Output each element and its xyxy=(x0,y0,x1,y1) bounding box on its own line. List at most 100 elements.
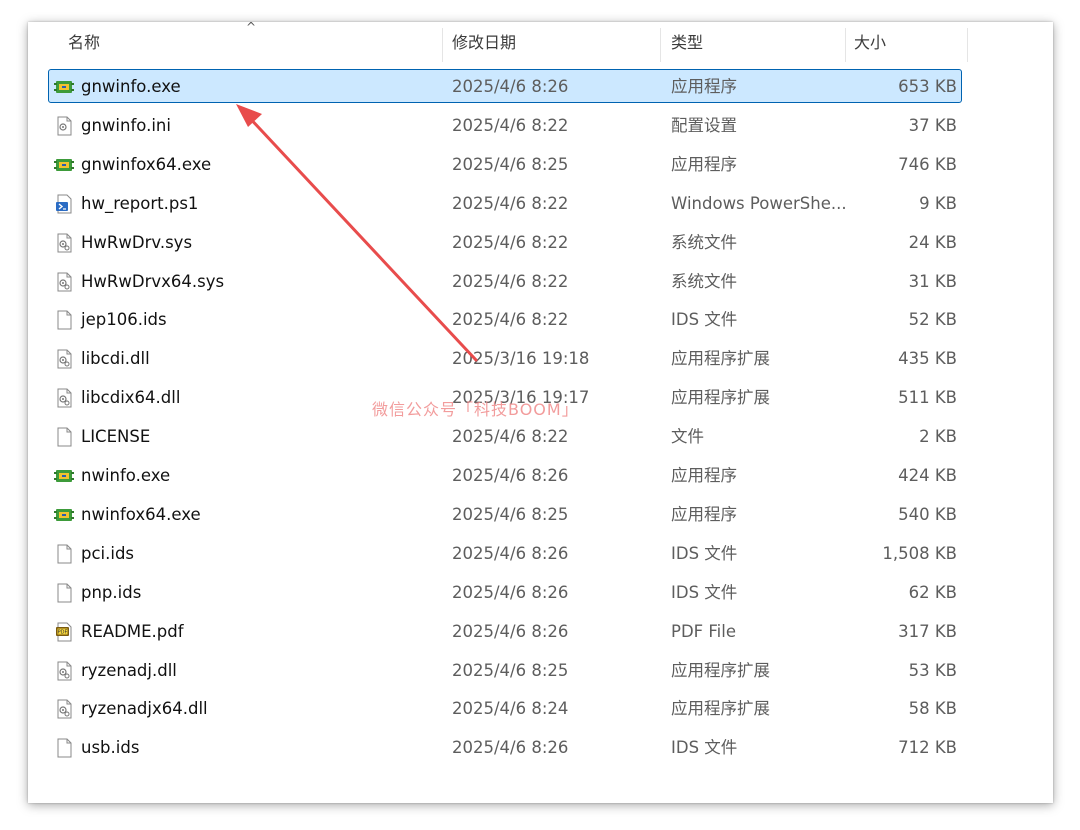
file-type: 文件 xyxy=(671,427,704,447)
file-row[interactable]: nwinfo.exe 2025/4/6 8:26 应用程序 424 KB xyxy=(48,458,962,492)
file-row[interactable]: ryzenadjx64.dll 2025/4/6 8:24 应用程序扩展 58 KB xyxy=(48,691,962,725)
file-row[interactable]: ryzenadj.dll 2025/4/6 8:25 应用程序扩展 53 KB xyxy=(48,653,962,687)
file-name: usb.ids xyxy=(81,738,140,758)
column-divider[interactable] xyxy=(442,28,443,62)
file-size: 424 KB xyxy=(898,466,957,485)
file-type: 应用程序 xyxy=(671,77,737,96)
file-size: 2 KB xyxy=(919,427,957,447)
file-modified-date: 2025/4/6 8:22 xyxy=(452,115,569,135)
file-type: 应用程序 xyxy=(671,154,737,174)
file-row[interactable]: gnwinfo.ini 2025/4/6 8:22 配置设置 37 KB xyxy=(48,108,962,142)
ini-icon xyxy=(54,116,74,136)
file-type: IDS 文件 xyxy=(671,738,738,758)
file-row[interactable]: HwRwDrvx64.sys 2025/4/6 8:22 系统文件 31 KB xyxy=(48,264,962,298)
column-header-bar: ^ 名称 修改日期 类型 大小 xyxy=(28,20,968,64)
exe-icon xyxy=(54,466,74,486)
file-row[interactable]: gnwinfox64.exe 2025/4/6 8:25 应用程序 746 KB xyxy=(48,147,962,181)
file-name: HwRwDrvx64.sys xyxy=(81,271,225,291)
column-header-name[interactable]: 名称 xyxy=(68,22,100,64)
file-size: 62 KB xyxy=(908,582,957,602)
file-row[interactable]: hw_report.ps1 2025/4/6 8:22 Windows PowerS… xyxy=(48,186,962,220)
file-size: 435 KB xyxy=(898,349,957,369)
blank-file-icon xyxy=(54,583,74,603)
file-name: pci.ids xyxy=(81,543,135,563)
file-type: 应用程序 xyxy=(671,504,737,524)
exe-icon xyxy=(54,77,74,97)
blank-file-icon xyxy=(54,738,74,758)
column-header-date[interactable]: 修改日期 xyxy=(452,22,516,64)
file-type: PDF File xyxy=(671,621,737,641)
column-divider[interactable] xyxy=(845,28,846,62)
blank-file-icon xyxy=(54,544,74,564)
column-header-size[interactable]: 大小 xyxy=(854,22,886,64)
file-row[interactable]: LICENSE 2025/4/6 8:22 文件 2 KB xyxy=(48,419,962,453)
dll-icon xyxy=(54,661,74,681)
file-size: 317 KB xyxy=(898,621,957,641)
file-type: IDS 文件 xyxy=(671,543,738,563)
file-name: gnwinfo.exe xyxy=(81,77,181,96)
file-modified-date: 2025/4/6 8:26 xyxy=(452,77,569,96)
exe-icon xyxy=(54,155,74,175)
file-name: HwRwDrv.sys xyxy=(81,232,193,252)
sort-ascending-icon: ^ xyxy=(246,20,257,34)
file-size: 58 KB xyxy=(908,699,957,719)
file-type: 配置设置 xyxy=(671,115,737,135)
watermark-text: 微信公众号「科技BOOM」 xyxy=(372,400,579,419)
file-name: LICENSE xyxy=(81,427,151,447)
dll-icon xyxy=(54,699,74,719)
file-type: 系统文件 xyxy=(671,271,737,291)
file-type: 应用程序扩展 xyxy=(671,388,770,408)
file-row[interactable]: HwRwDrv.sys 2025/4/6 8:22 系统文件 24 KB xyxy=(48,225,962,259)
file-name: jep106.ids xyxy=(81,310,167,330)
file-row[interactable]: usb.ids 2025/4/6 8:26 IDS 文件 712 KB xyxy=(48,730,962,764)
file-row[interactable]: pci.ids 2025/4/6 8:26 IDS 文件 1,508 KB xyxy=(48,536,962,570)
file-row[interactable]: pnp.ids 2025/4/6 8:26 IDS 文件 62 KB xyxy=(48,575,962,609)
file-explorer-pane: ^ 名称 修改日期 类型 大小 gnwinfo.exe 2025/4/6 8:26… xyxy=(28,20,1053,803)
file-row[interactable]: nwinfox64.exe 2025/4/6 8:25 应用程序 540 KB xyxy=(48,497,962,531)
file-name: ryzenadjx64.dll xyxy=(81,699,208,719)
column-divider[interactable] xyxy=(967,28,968,62)
column-header-type[interactable]: 类型 xyxy=(671,22,703,64)
file-name: gnwinfox64.exe xyxy=(81,154,212,174)
file-size: 540 KB xyxy=(898,504,957,524)
file-type: 应用程序扩展 xyxy=(671,660,770,680)
file-size: 37 KB xyxy=(908,115,957,135)
file-row[interactable]: libcdi.dll 2025/3/16 19:18 应用程序扩展 435 KB xyxy=(48,341,962,375)
svg-text:PDF: PDF xyxy=(58,629,68,635)
file-modified-date: 2025/4/6 8:25 xyxy=(452,660,569,680)
file-modified-date: 2025/4/6 8:26 xyxy=(452,543,569,563)
file-name: ryzenadj.dll xyxy=(81,660,177,680)
file-size: 1,508 KB xyxy=(882,543,957,563)
file-row[interactable]: jep106.ids 2025/4/6 8:22 IDS 文件 52 KB xyxy=(48,302,962,336)
file-type: IDS 文件 xyxy=(671,582,738,602)
ps1-icon xyxy=(54,194,74,214)
file-type: 应用程序扩展 xyxy=(671,349,770,369)
file-size: 31 KB xyxy=(908,271,957,291)
blank-file-icon xyxy=(54,427,74,447)
pdf-icon: PDF xyxy=(54,622,74,642)
file-name: libcdi.dll xyxy=(81,349,150,369)
file-size: 24 KB xyxy=(908,232,957,252)
file-name: nwinfo.exe xyxy=(81,466,171,485)
file-type: IDS 文件 xyxy=(671,310,738,330)
file-row[interactable]: PDF README.pdf 2025/4/6 8:26 PDF File 317 KB xyxy=(48,614,962,648)
file-modified-date: 2025/4/6 8:25 xyxy=(452,154,569,174)
file-modified-date: 2025/4/6 8:25 xyxy=(452,504,569,524)
file-modified-date: 2025/4/6 8:26 xyxy=(452,466,569,485)
file-type: 系统文件 xyxy=(671,232,737,252)
file-size: 746 KB xyxy=(898,154,957,174)
file-type: 应用程序 xyxy=(671,466,737,485)
file-modified-date: 2025/3/16 19:18 xyxy=(452,349,590,369)
file-modified-date: 2025/4/6 8:22 xyxy=(452,271,569,291)
column-divider[interactable] xyxy=(660,28,661,62)
file-name: hw_report.ps1 xyxy=(81,193,199,213)
file-modified-date: 2025/4/6 8:26 xyxy=(452,582,569,602)
file-row[interactable]: gnwinfo.exe 2025/4/6 8:26 应用程序 653 KB xyxy=(48,69,962,103)
sys-icon xyxy=(54,272,74,292)
file-name: nwinfox64.exe xyxy=(81,504,201,524)
dll-icon xyxy=(54,349,74,369)
file-name: pnp.ids xyxy=(81,582,142,602)
file-modified-date: 2025/4/6 8:22 xyxy=(452,232,569,252)
file-name: README.pdf xyxy=(81,621,184,641)
file-size: 52 KB xyxy=(908,310,957,330)
